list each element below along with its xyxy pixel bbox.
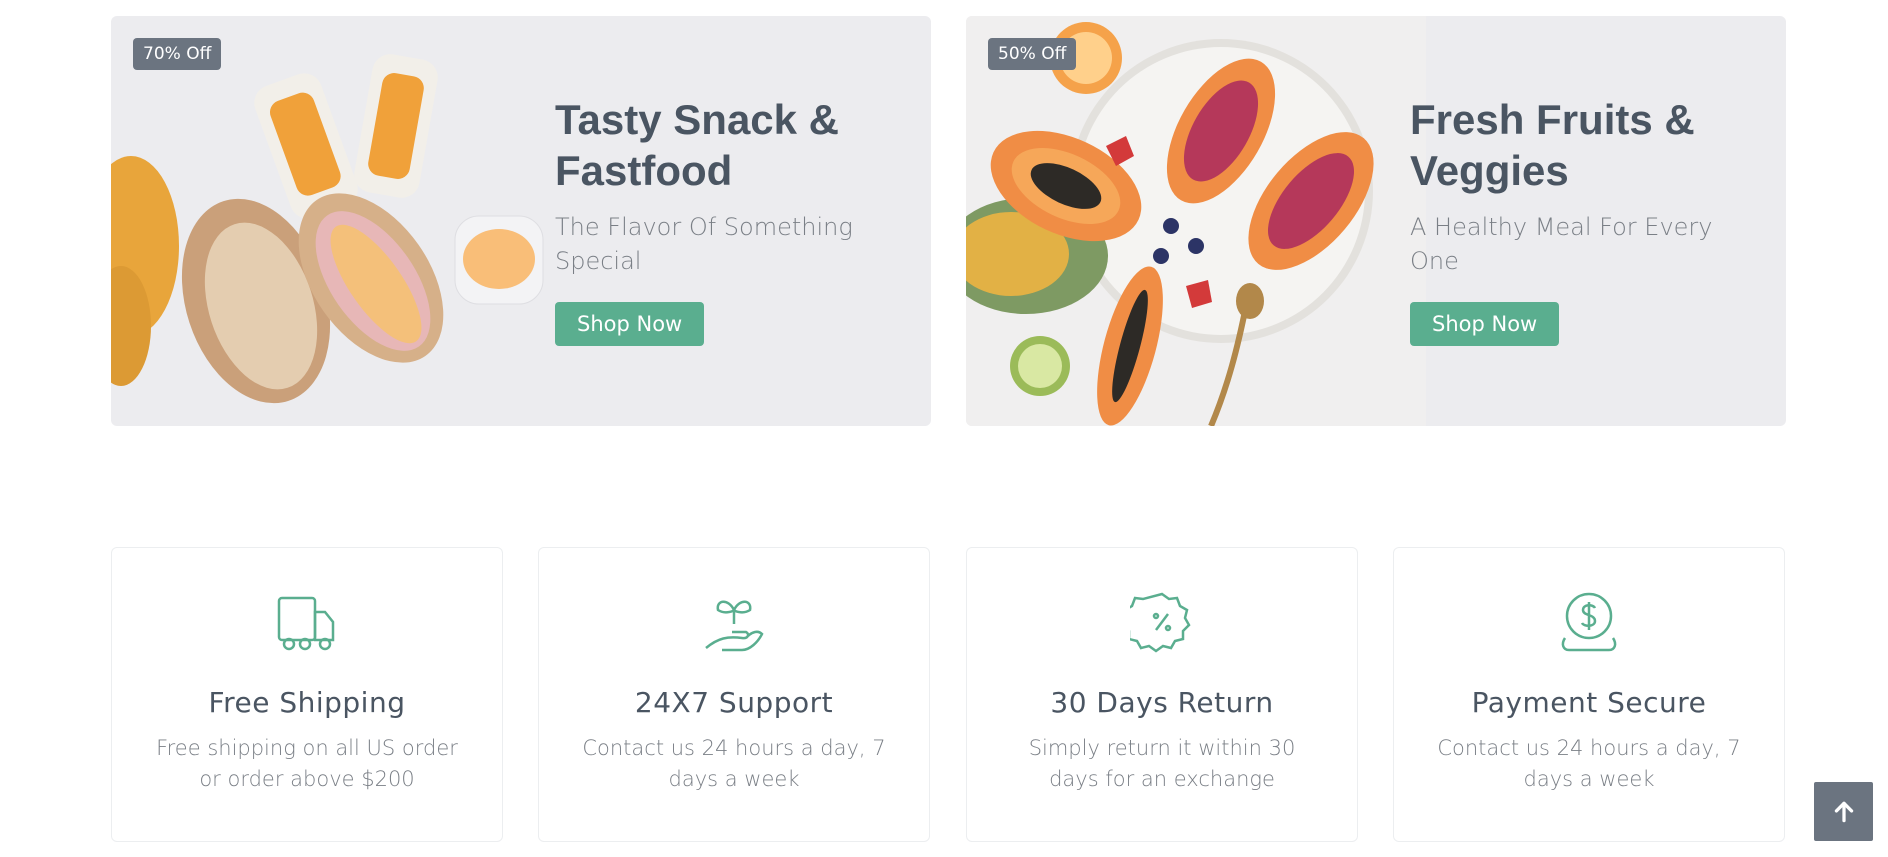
banner-text: Tasty Snack & Fastfood The Flavor Of Som… bbox=[555, 94, 905, 346]
dollar-coin-icon bbox=[1561, 592, 1617, 652]
feature-title: 24X7 Support bbox=[634, 686, 834, 719]
sandwich-image bbox=[111, 54, 544, 404]
shop-now-button[interactable]: Shop Now bbox=[1410, 302, 1560, 346]
discount-badge: 70% Off bbox=[133, 38, 222, 70]
feature-text: Free shipping on all US order or order a… bbox=[156, 736, 458, 791]
feature-free-shipping: Free Shipping Free shipping on all US or… bbox=[111, 547, 503, 842]
percent-badge-icon bbox=[1121, 592, 1191, 653]
banner-subtitle: A Healthy Meal For Every One bbox=[1410, 213, 1713, 275]
banner-subtitle: The Flavor Of Something Special bbox=[555, 213, 853, 275]
feature-title: Free Shipping bbox=[208, 686, 406, 719]
scroll-to-top-button[interactable] bbox=[1814, 782, 1873, 841]
feature-return: 30 Days Return Simply return it within 3… bbox=[966, 547, 1358, 842]
feature-text: Contact us 24 hours a day, 7 days a week bbox=[1437, 736, 1741, 791]
feature-text: Contact us 24 hours a day, 7 days a week bbox=[582, 736, 886, 791]
banner-title: Fresh Fruits & Veggies bbox=[1410, 96, 1695, 194]
papaya-image bbox=[966, 16, 1426, 426]
arrow-up-icon bbox=[1834, 801, 1853, 822]
feature-support: 24X7 Support Contact us 24 hours a day, … bbox=[538, 547, 930, 842]
banner-title: Tasty Snack & Fastfood bbox=[555, 96, 840, 194]
feature-payment: Payment Secure Contact us 24 hours a day… bbox=[1393, 547, 1785, 842]
discount-badge: 50% Off bbox=[988, 38, 1077, 70]
feature-title: 30 Days Return bbox=[1050, 686, 1274, 719]
feature-text: Simply return it within 30 days for an e… bbox=[1028, 736, 1296, 791]
banner-text: Fresh Fruits & Veggies A Healthy Meal Fo… bbox=[1410, 94, 1760, 346]
shop-now-button[interactable]: Shop Now bbox=[555, 302, 705, 346]
promo-banner-snack: 70% Off Tasty Snack & Fastfood The Flavo… bbox=[111, 16, 931, 426]
truck-icon bbox=[277, 596, 335, 651]
promo-banner-fruits: 50% Off Fresh Fruits & Veggies A Healthy… bbox=[966, 16, 1786, 426]
feature-title: Payment Secure bbox=[1471, 686, 1707, 719]
plant-hand-icon bbox=[705, 600, 764, 652]
